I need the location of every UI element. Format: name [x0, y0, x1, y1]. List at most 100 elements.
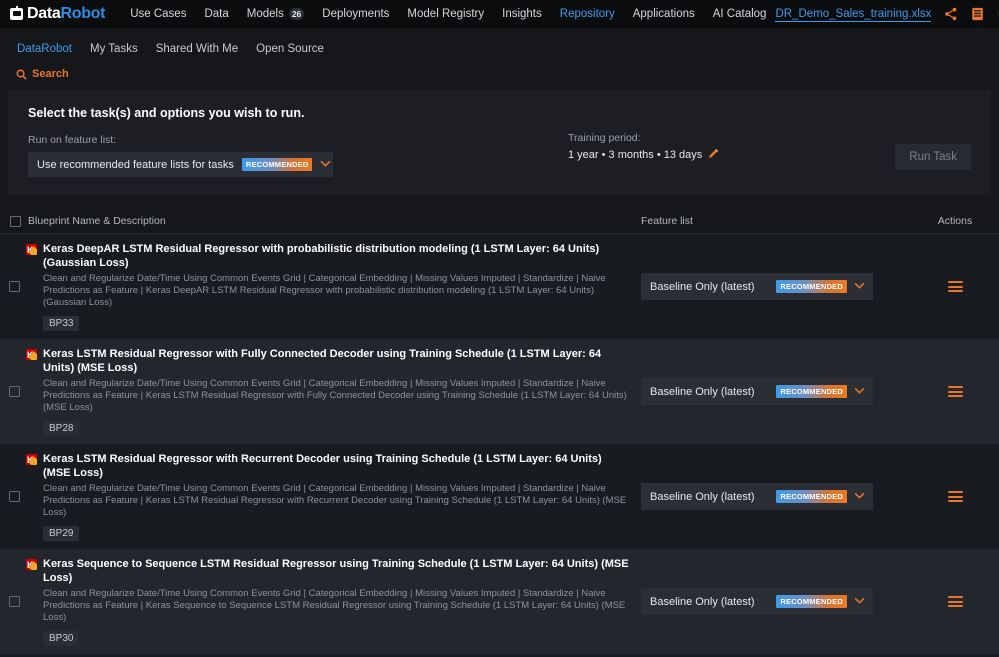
blueprint-description: Clean and Regularize Date/Time Using Com… [26, 378, 629, 414]
table-row: Keras LSTM Residual Regressor with Recur… [0, 444, 999, 549]
row-actions-menu-icon[interactable] [948, 491, 963, 502]
row-recommended-badge: RECOMMENDED [776, 280, 847, 293]
blueprint-cell: Keras Sequence to Sequence LSTM Residual… [26, 549, 641, 654]
row-select-cell [0, 339, 26, 444]
row-recommended-badge: RECOMMENDED [776, 490, 847, 503]
row-checkbox[interactable] [9, 386, 20, 397]
row-checkbox[interactable] [9, 491, 20, 502]
pencil-icon[interactable] [708, 148, 719, 162]
blueprint-title-text: Keras LSTM Residual Regressor with Recur… [43, 452, 629, 480]
nav-label: AI Catalog [713, 8, 767, 20]
models-count-badge: 26 [289, 8, 304, 20]
nav-item-model-registry[interactable]: Model Registry [398, 0, 493, 28]
feature-list-select[interactable]: Use recommended feature lists for tasks … [28, 152, 333, 177]
table-row: Keras DeepAR LSTM Residual Regressor wit… [0, 234, 999, 339]
row-actions-menu-icon[interactable] [948, 281, 963, 292]
nav-item-deployments[interactable]: Deployments [313, 0, 398, 28]
datarobot-brand[interactable]: DataRobot [10, 5, 105, 23]
chevron-down-icon [854, 491, 865, 502]
row-feature-list-value: Baseline Only (latest) [650, 281, 769, 293]
keras-icon [26, 244, 37, 255]
blueprint-title-link[interactable]: Keras LSTM Residual Regressor with Fully… [26, 347, 629, 375]
row-feature-list-select[interactable]: Baseline Only (latest)RECOMMENDED [641, 378, 873, 405]
row-actions-menu-icon[interactable] [948, 596, 963, 607]
blueprint-code-badge: BP29 [43, 526, 79, 541]
search-icon[interactable] [8, 69, 27, 80]
nav-item-use-cases[interactable]: Use Cases [121, 0, 195, 28]
panel-right-column: Run Task [895, 106, 971, 170]
chevron-down-icon [854, 281, 865, 292]
feature-list-cell: Baseline Only (latest)RECOMMENDED [641, 549, 911, 654]
row-feature-list-value: Baseline Only (latest) [650, 386, 769, 398]
subnav-item-open-source[interactable]: Open Source [247, 43, 333, 55]
run-task-button[interactable]: Run Task [895, 144, 971, 170]
datarobot-logo-icon [10, 8, 23, 20]
nav-item-insights[interactable]: Insights [493, 0, 551, 28]
table-header-row: Blueprint Name & Description Feature lis… [0, 209, 999, 234]
nav-item-ai-catalog[interactable]: AI Catalog [704, 0, 776, 28]
blueprint-description: Clean and Regularize Date/Time Using Com… [26, 588, 629, 624]
blueprint-code-badge: BP28 [43, 421, 79, 436]
nav-label: Deployments [322, 8, 389, 20]
blueprint-code-badge: BP30 [43, 631, 79, 646]
row-recommended-badge: RECOMMENDED [776, 595, 847, 608]
blueprint-title-link[interactable]: Keras DeepAR LSTM Residual Regressor wit… [26, 242, 629, 270]
subnav-item-datarobot[interactable]: DataRobot [8, 43, 81, 55]
feature-list-label: Run on feature list: [28, 134, 528, 146]
nav-label: Use Cases [130, 8, 186, 20]
row-checkbox[interactable] [9, 596, 20, 607]
row-feature-list-select[interactable]: Baseline Only (latest)RECOMMENDED [641, 483, 873, 510]
blueprint-title-text: Keras DeepAR LSTM Residual Regressor wit… [43, 242, 629, 270]
header-feature-list: Feature list [641, 215, 911, 227]
row-checkbox[interactable] [9, 281, 20, 292]
nav-item-applications[interactable]: Applications [624, 0, 704, 28]
blueprint-title-link[interactable]: Keras LSTM Residual Regressor with Recur… [26, 452, 629, 480]
keras-icon [26, 454, 37, 465]
blueprint-cell: Keras LSTM Residual Regressor with Recur… [26, 444, 641, 549]
nav-label: Models [247, 8, 284, 20]
nav-label: Applications [633, 8, 695, 20]
nav-label: Model Registry [407, 8, 484, 20]
active-dataset-link[interactable]: DR_Demo_Sales_training.xlsx [775, 7, 931, 22]
row-feature-list-select[interactable]: Baseline Only (latest) RECOMMENDED [641, 273, 873, 300]
actions-cell [911, 234, 999, 339]
actions-cell [911, 444, 999, 549]
feature-list-cell: Baseline Only (latest) RECOMMENDED [641, 234, 911, 339]
nav-item-repository[interactable]: Repository [551, 0, 624, 28]
header-actions: Actions [911, 215, 999, 227]
nav-label: Insights [502, 8, 542, 20]
notes-icon[interactable] [971, 7, 984, 21]
subnav-item-my-tasks[interactable]: My Tasks [81, 43, 147, 55]
row-actions-menu-icon[interactable] [948, 386, 963, 397]
table-body: Keras DeepAR LSTM Residual Regressor wit… [0, 234, 999, 657]
brand-data-text: Data [27, 5, 60, 22]
select-all-checkbox[interactable] [10, 216, 21, 227]
blueprint-description: Clean and Regularize Date/Time Using Com… [26, 273, 629, 309]
actions-cell [911, 339, 999, 444]
feature-list-cell: Baseline Only (latest)RECOMMENDED [641, 339, 911, 444]
blueprint-cell: Keras DeepAR LSTM Residual Regressor wit… [26, 234, 641, 339]
secondary-navigation: DataRobot My Tasks Shared With Me Open S… [0, 36, 999, 62]
chevron-down-icon [854, 386, 865, 397]
share-icon[interactable] [944, 7, 958, 21]
blueprint-title-link[interactable]: Keras Sequence to Sequence LSTM Residual… [26, 557, 629, 585]
row-feature-list-select[interactable]: Baseline Only (latest)RECOMMENDED [641, 588, 873, 615]
table-row: Keras Sequence to Sequence LSTM Residual… [0, 549, 999, 654]
blueprints-table: Blueprint Name & Description Feature lis… [0, 209, 999, 657]
nav-item-data[interactable]: Data [195, 0, 237, 28]
blueprint-title-text: Keras LSTM Residual Regressor with Fully… [43, 347, 629, 375]
search-toggle-label[interactable]: Search [32, 68, 69, 80]
actions-cell [911, 549, 999, 654]
nav-item-models[interactable]: Models 26 [238, 0, 314, 28]
chevron-down-icon [854, 596, 865, 607]
brand-robot-text: Robot [60, 5, 105, 22]
row-select-cell [0, 549, 26, 654]
training-period-label: Training period: [568, 132, 895, 144]
blueprint-title-text: Keras Sequence to Sequence LSTM Residual… [43, 557, 629, 585]
row-select-cell [0, 234, 26, 339]
brand-wordmark: DataRobot [27, 5, 105, 23]
task-options-panel: Select the task(s) and options you wish … [8, 90, 991, 195]
recommended-badge: RECOMMENDED [242, 158, 313, 171]
top-nav-right-group: DR_Demo_Sales_training.xlsx [775, 7, 999, 22]
subnav-item-shared-with-me[interactable]: Shared With Me [147, 43, 247, 55]
